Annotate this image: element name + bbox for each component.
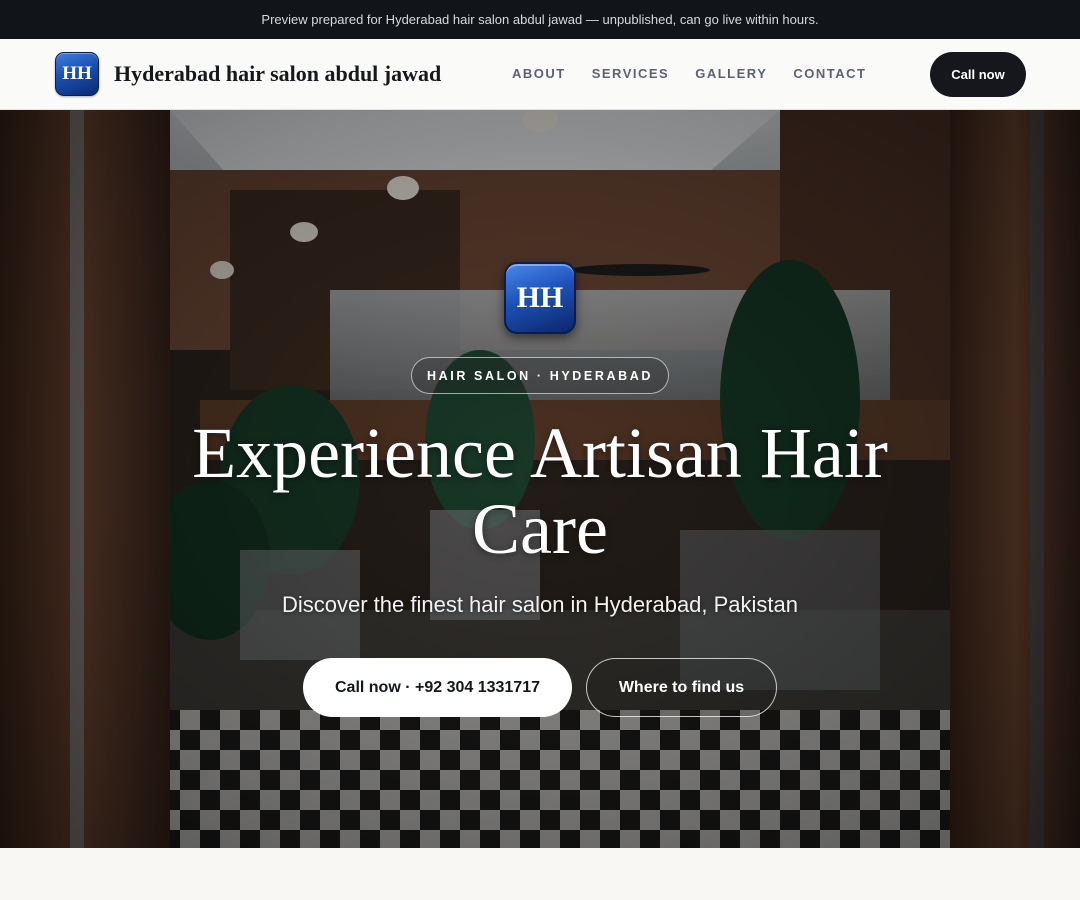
hero-title: Experience Artisan Hair Care <box>192 413 888 569</box>
main-nav: ABOUT SERVICES GALLERY CONTACT <box>512 66 892 81</box>
brand-name: Hyderabad hair salon abdul jawad <box>114 61 442 86</box>
nav-link-contact[interactable]: CONTACT <box>793 66 866 81</box>
nav-link-about[interactable]: ABOUT <box>512 66 566 81</box>
hero-section: HH HAIR SALON · HYDERABAD Experience Art… <box>0 110 1080 848</box>
preview-notice-bar: Preview prepared for Hyderabad hair salo… <box>0 0 1080 39</box>
hero-where-to-find-us-button[interactable]: Where to find us <box>586 658 777 717</box>
header-call-now-button[interactable]: Call now <box>930 52 1026 97</box>
hero-category-tag: HAIR SALON · HYDERABAD <box>411 357 669 394</box>
logo-badge: HH <box>55 52 99 96</box>
site-header: HH Hyderabad hair salon abdul jawad ABOU… <box>0 39 1080 110</box>
nav-link-services[interactable]: SERVICES <box>592 66 670 81</box>
hero-subtitle: Discover the finest hair salon in Hydera… <box>281 592 799 617</box>
nav-link-gallery[interactable]: GALLERY <box>695 66 767 81</box>
brand[interactable]: HH Hyderabad hair salon abdul jawad <box>55 52 441 96</box>
preview-notice-text: Preview prepared for Hyderabad hair salo… <box>261 12 819 27</box>
hero-call-now-button[interactable]: Call now · +92 304 1331717 <box>303 658 572 717</box>
next-section-start <box>0 848 1080 900</box>
hero-logo-badge: HH <box>504 262 576 334</box>
